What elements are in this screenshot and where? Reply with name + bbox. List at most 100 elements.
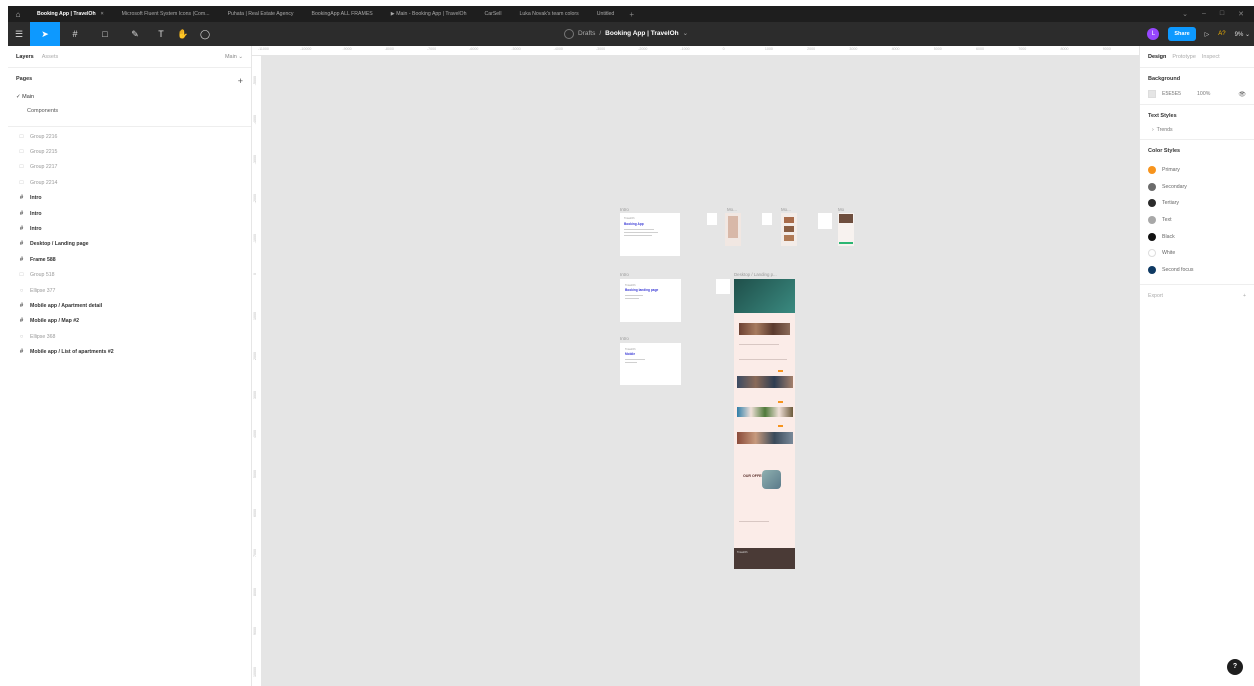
- list-image: [784, 226, 794, 232]
- page-item-components[interactable]: Components: [8, 104, 251, 118]
- layer-row[interactable]: # Mobile app / List of apartments #2: [8, 344, 251, 359]
- main-menu-icon[interactable]: ☰: [8, 22, 30, 46]
- layer-row[interactable]: ○ Ellipse 377: [8, 283, 251, 298]
- ruler-tick: 10000: [253, 666, 257, 677]
- frame-label-mobile[interactable]: Mo...: [727, 207, 737, 212]
- background-swatch[interactable]: [1148, 90, 1156, 98]
- text-line: [625, 298, 639, 299]
- color-style-item[interactable]: Primary: [1148, 162, 1246, 179]
- layer-row[interactable]: □ Group 518: [8, 268, 251, 283]
- chevron-down-icon[interactable]: ⌄: [683, 22, 688, 46]
- share-button[interactable]: Share: [1168, 27, 1196, 41]
- text-tool-icon[interactable]: T: [150, 22, 172, 46]
- tab-all-frames[interactable]: BookingApp ALL FRAMES: [303, 6, 382, 22]
- add-page-icon[interactable]: +: [238, 76, 243, 86]
- layer-row[interactable]: # Mobile app / Map #2: [8, 314, 251, 329]
- page-item-main[interactable]: ✓ Main: [8, 90, 251, 104]
- canvas[interactable]: Intro TravelOh Booking App Intro TravelO…: [262, 56, 1139, 686]
- text-line: [739, 359, 787, 360]
- frame-intro-1[interactable]: TravelOh Booking App: [620, 213, 680, 256]
- new-tab-icon[interactable]: +: [623, 10, 640, 19]
- frame-label-intro[interactable]: Intro: [620, 336, 629, 341]
- frame-588[interactable]: [716, 279, 730, 294]
- frame-mobile-note[interactable]: [818, 213, 832, 229]
- chevron-down-icon[interactable]: ⌄: [1182, 10, 1188, 18]
- frame-label-intro[interactable]: Intro: [620, 207, 629, 212]
- frame-mobile-note[interactable]: [762, 213, 772, 225]
- help-button[interactable]: ?: [1227, 659, 1243, 675]
- layer-label: Intro: [30, 226, 42, 233]
- color-style-item[interactable]: Secondary: [1148, 179, 1246, 196]
- maximize-icon[interactable]: □: [1220, 10, 1224, 18]
- color-style-item[interactable]: Second focus: [1148, 262, 1246, 279]
- map-image: [728, 216, 738, 238]
- frame-label-desktop[interactable]: Desktop / Landing p...: [734, 272, 777, 277]
- tab-prototype-main[interactable]: ▶ Main - Booking App | TravelOh: [382, 6, 476, 22]
- layer-row[interactable]: # Intro: [8, 206, 251, 221]
- hand-tool-icon[interactable]: ✋: [172, 22, 194, 46]
- close-icon[interactable]: ×: [101, 11, 104, 17]
- color-style-item[interactable]: Tertiary: [1148, 195, 1246, 212]
- tab-prototype[interactable]: Prototype: [1172, 54, 1196, 60]
- add-export-icon[interactable]: +: [1243, 293, 1246, 299]
- layer-row[interactable]: □ Group 2214: [8, 175, 251, 190]
- minimize-icon[interactable]: –: [1202, 10, 1206, 18]
- tab-booking-app[interactable]: Booking App | TravelOh ×: [28, 6, 113, 22]
- frame-mobile-note[interactable]: [707, 213, 717, 225]
- export-section[interactable]: Export +: [1140, 285, 1254, 307]
- frame-mobile-detail[interactable]: [838, 213, 854, 246]
- frame-label-mobile[interactable]: Mo...: [781, 207, 791, 212]
- layer-row[interactable]: # Mobile app / Apartment detail: [8, 298, 251, 313]
- frame-desktop-landing[interactable]: OUR OFFERS TravelOh: [734, 279, 795, 569]
- color-style-item[interactable]: White: [1148, 245, 1246, 262]
- tab-carsell[interactable]: CarSell: [475, 6, 510, 22]
- shape-tool-icon[interactable]: □: [90, 22, 120, 46]
- zoom-level[interactable]: 9% ⌄: [1235, 31, 1250, 38]
- frame-mobile-map[interactable]: [725, 213, 741, 246]
- layer-row[interactable]: # Intro: [8, 191, 251, 206]
- frame-intro-2[interactable]: TravelOh Booking landing page: [620, 279, 681, 322]
- layer-row[interactable]: □ Group 2217: [8, 160, 251, 175]
- tab-design[interactable]: Design: [1148, 54, 1166, 60]
- color-style-item[interactable]: Black: [1148, 228, 1246, 245]
- tab-assets[interactable]: Assets: [42, 54, 59, 60]
- breadcrumb-folder[interactable]: Drafts: [578, 22, 595, 46]
- tab-fluent-icons[interactable]: Microsoft Fluent System Icons (Com...: [113, 6, 219, 22]
- layer-row[interactable]: □ Group 2215: [8, 144, 251, 159]
- page-selector[interactable]: Main ⌄: [225, 54, 243, 60]
- file-name[interactable]: Booking App | TravelOh: [605, 22, 678, 46]
- frame-title-text: Mobile: [625, 352, 636, 356]
- frame-mobile-list[interactable]: [781, 213, 797, 246]
- layer-row[interactable]: # Desktop / Landing page: [8, 237, 251, 252]
- tab-untitled[interactable]: Untitled: [588, 6, 624, 22]
- layer-row[interactable]: # Intro: [8, 221, 251, 236]
- close-window-icon[interactable]: ✕: [1238, 10, 1244, 18]
- layer-label: Group 2217: [30, 164, 58, 171]
- background-hex[interactable]: E5E5E5: [1162, 91, 1181, 97]
- layer-row[interactable]: # Frame 588: [8, 252, 251, 267]
- layer-row[interactable]: ○ Ellipse 368: [8, 329, 251, 344]
- multiplayer-indicator[interactable]: A?: [1218, 31, 1225, 37]
- layer-label: Intro: [30, 195, 42, 202]
- tab-layers[interactable]: Layers: [16, 54, 34, 60]
- background-row[interactable]: E5E5E5 100% 👁: [1148, 90, 1246, 98]
- layer-row[interactable]: □ Group 2216: [8, 129, 251, 144]
- frame-tool-icon[interactable]: #: [60, 22, 90, 46]
- move-tool-icon[interactable]: ➤: [30, 22, 60, 46]
- eye-icon[interactable]: 👁: [1238, 91, 1246, 98]
- comment-tool-icon[interactable]: ◯: [194, 22, 216, 46]
- frame-intro-3[interactable]: TravelOh Mobile: [620, 343, 681, 385]
- user-avatar[interactable]: L: [1147, 28, 1160, 40]
- frame-label-intro[interactable]: Intro: [620, 272, 629, 277]
- pen-tool-icon[interactable]: ✎: [120, 22, 150, 46]
- present-icon[interactable]: ▷: [1205, 31, 1210, 38]
- tab-inspect[interactable]: Inspect: [1202, 54, 1220, 60]
- frame-label-mobile[interactable]: Mo: [838, 207, 844, 212]
- color-style-item[interactable]: Text: [1148, 212, 1246, 229]
- background-opacity[interactable]: 100%: [1197, 91, 1210, 97]
- tab-puhata[interactable]: Puhata | Real Estate Agency: [219, 6, 303, 22]
- file-title[interactable]: Drafts / Booking App | TravelOh ⌄: [564, 22, 688, 46]
- home-icon[interactable]: ⌂: [8, 10, 28, 19]
- text-style-item[interactable]: › Trends: [1148, 127, 1246, 133]
- tab-team-colors[interactable]: Luka Novak's team colors: [510, 6, 587, 22]
